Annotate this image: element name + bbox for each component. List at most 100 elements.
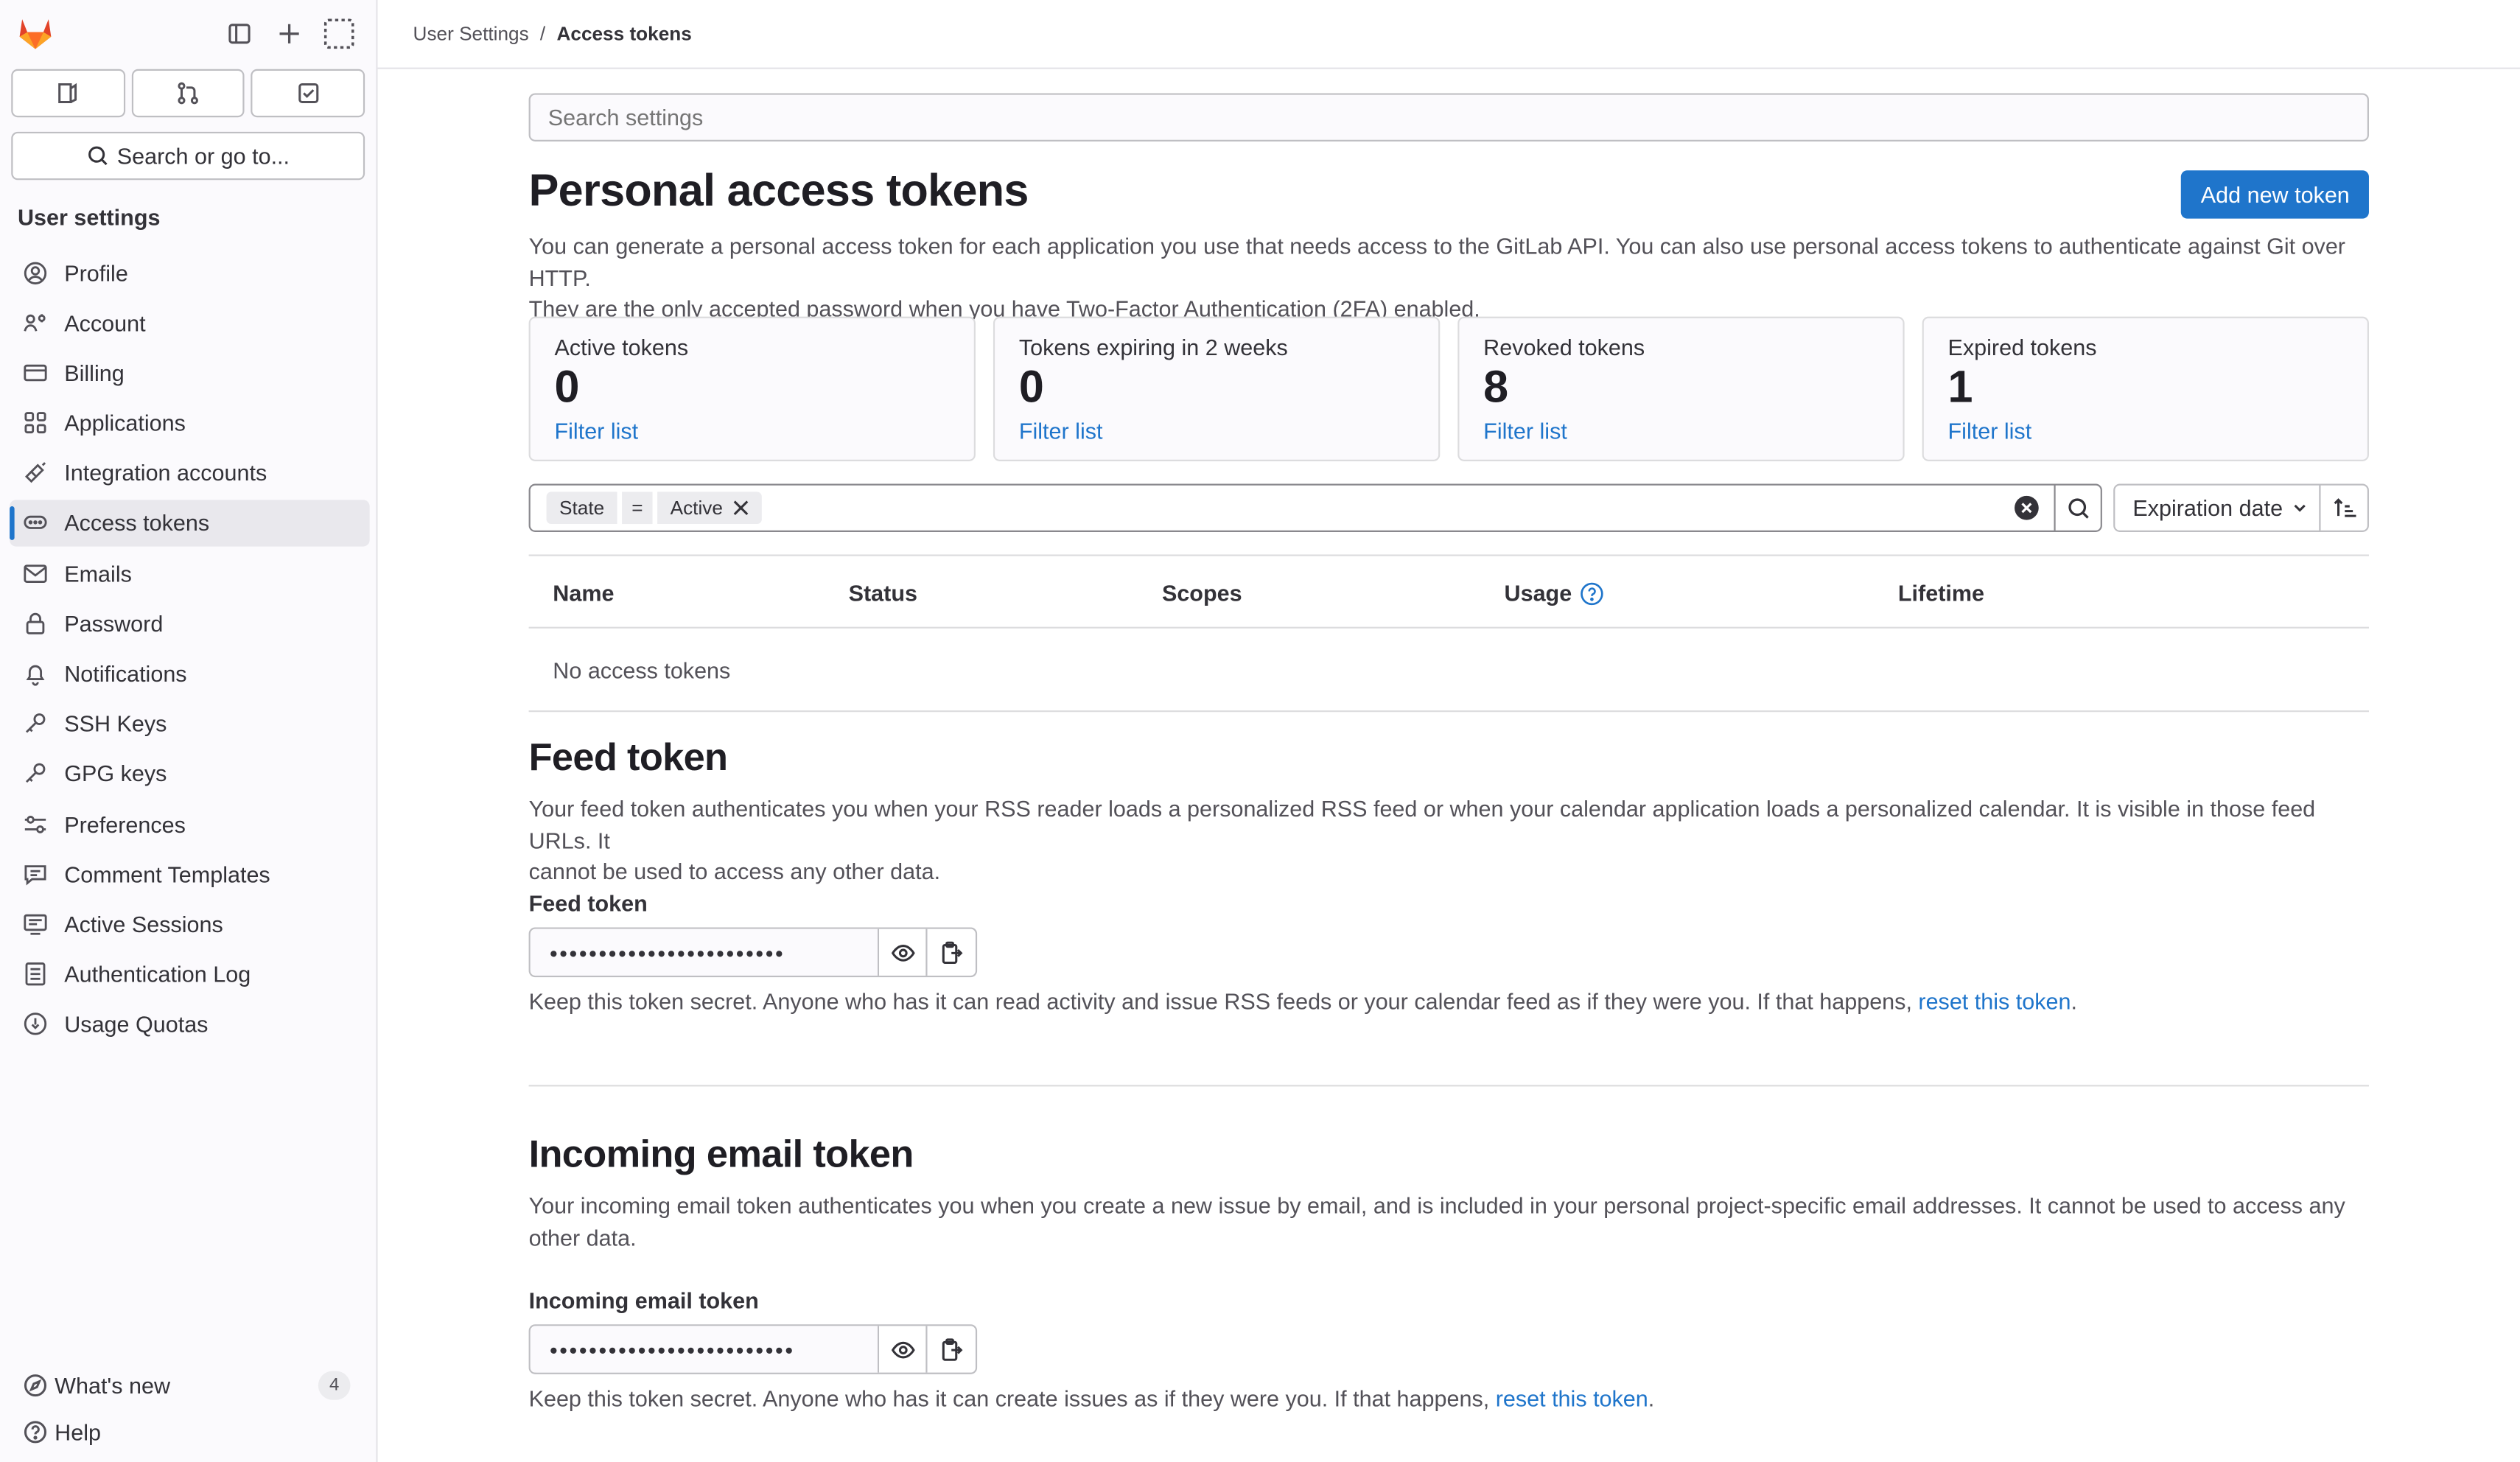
whats-new-count-badge: 4 xyxy=(318,1371,351,1400)
whats-new-button[interactable]: What's new 4 xyxy=(10,1365,370,1407)
feed-token-description: Your feed token authenticates you when y… xyxy=(529,794,2377,888)
copy-feed-token-button[interactable] xyxy=(928,929,976,976)
reveal-feed-token-button[interactable] xyxy=(880,928,928,976)
sidebar-item-gpg-keys[interactable]: GPG keys xyxy=(10,750,370,797)
expired-tokens-card: Expired tokens 1 Filter list xyxy=(1922,316,2369,461)
feed-token-value[interactable]: •••••••••••••••••••••••• xyxy=(530,928,881,976)
eye-icon xyxy=(891,1340,915,1358)
search-settings-input[interactable] xyxy=(528,93,2369,141)
filter-search-button[interactable] xyxy=(2054,483,2102,532)
sidebar-item-ssh-keys[interactable]: SSH Keys xyxy=(10,700,370,746)
section-divider xyxy=(528,1085,2369,1087)
incoming-token-description: Your incoming email token authenticates … xyxy=(529,1191,2377,1253)
column-header-usage[interactable]: Usage xyxy=(1505,580,1604,606)
help-label: Help xyxy=(55,1419,101,1445)
reset-feed-token-link[interactable]: reset this token xyxy=(1918,988,2071,1014)
page-title: Personal access tokens xyxy=(528,165,1029,216)
column-header-status[interactable]: Status xyxy=(849,580,917,606)
help-button[interactable]: Help xyxy=(10,1411,370,1453)
comment-icon xyxy=(23,861,49,887)
clear-filter-icon[interactable] xyxy=(2014,495,2040,521)
avatar[interactable] xyxy=(323,18,355,50)
issues-icon xyxy=(58,83,77,104)
sort-dropdown-label: Expiration date xyxy=(2132,494,2283,521)
reveal-incoming-token-button[interactable] xyxy=(880,1326,928,1373)
breadcrumb-current[interactable]: Access tokens xyxy=(556,23,691,46)
reset-incoming-token-link[interactable]: reset this token xyxy=(1496,1385,1648,1411)
token-filter-bar[interactable]: State = Active xyxy=(528,483,2101,532)
filter-list-link[interactable]: Filter list xyxy=(1019,418,1415,444)
breadcrumb-parent-link[interactable]: User Settings xyxy=(413,23,529,46)
sort-dropdown[interactable]: Expiration date xyxy=(2113,483,2321,532)
sidebar-item-label: GPG keys xyxy=(64,760,167,787)
lock-icon xyxy=(23,610,49,636)
preferences-icon xyxy=(23,811,49,837)
incoming-email-token-title: Incoming email token xyxy=(528,1133,914,1177)
compass-icon xyxy=(24,1374,47,1397)
sort-direction-button[interactable] xyxy=(2319,483,2369,532)
sidebar-item-billing[interactable]: Billing xyxy=(10,349,370,396)
filter-token-value[interactable]: Active xyxy=(657,492,762,525)
merge-requests-shortcut-button[interactable] xyxy=(131,69,245,118)
sidebar-item-profile[interactable]: Profile xyxy=(10,249,370,295)
sidebar-item-label: Authentication Log xyxy=(64,961,251,987)
sidebar-item-emails[interactable]: Emails xyxy=(10,550,370,596)
card-value: 1 xyxy=(1947,361,1973,412)
feed-token-field: •••••••••••••••••••••••• xyxy=(528,927,978,978)
sidebar-header xyxy=(0,0,378,68)
copy-incoming-token-button[interactable] xyxy=(928,1326,976,1372)
table-empty-row: No access tokens xyxy=(528,629,2369,713)
sidebar-item-applications[interactable]: Applications xyxy=(10,399,370,446)
sidebar-item-label: Profile xyxy=(64,259,128,286)
filter-list-link[interactable]: Filter list xyxy=(1483,418,1879,444)
sidebar-item-access-tokens[interactable]: Access tokens xyxy=(10,500,370,547)
sidebar-item-label: Access tokens xyxy=(64,510,210,536)
gitlab-logo[interactable] xyxy=(16,15,55,53)
sidebar-item-account[interactable]: Account xyxy=(10,299,370,346)
sidebar-item-label: Applications xyxy=(64,410,186,436)
card-value: 0 xyxy=(554,361,580,412)
sidebar-item-password[interactable]: Password xyxy=(10,600,370,646)
feed-token-help: Keep this token secret. Anyone who has i… xyxy=(529,988,2077,1014)
key-icon xyxy=(23,710,49,736)
revoked-tokens-card: Revoked tokens 8 Filter list xyxy=(1457,316,1905,461)
pat-description: You can generate a personal access token… xyxy=(529,231,2377,326)
incoming-token-label: Incoming email token xyxy=(528,1287,759,1313)
plus-icon[interactable] xyxy=(273,18,306,50)
filter-list-link[interactable]: Filter list xyxy=(1948,418,2344,444)
sidebar-item-comment-templates[interactable]: Comment Templates xyxy=(10,850,370,897)
sidebar-item-preferences[interactable]: Preferences xyxy=(10,800,370,847)
sidebar-item-active-sessions[interactable]: Active Sessions xyxy=(10,900,370,947)
merge-request-icon xyxy=(178,82,198,105)
sidebar-item-notifications[interactable]: Notifications xyxy=(10,650,370,696)
question-icon[interactable] xyxy=(1580,581,1604,605)
sidebar-toggle-icon[interactable] xyxy=(223,18,256,50)
incoming-description-line-1: Your incoming email token authenticates … xyxy=(528,1192,2345,1219)
card-label: Active tokens xyxy=(554,334,689,360)
issues-shortcut-button[interactable] xyxy=(11,69,125,118)
filter-token-field[interactable]: State xyxy=(546,492,617,525)
search-or-go-to-button[interactable]: Search or go to... xyxy=(11,131,365,181)
clipboard-icon xyxy=(942,1337,963,1360)
sidebar-item-usage-quotas[interactable]: Usage Quotas xyxy=(10,1001,370,1047)
sidebar-item-authentication-log[interactable]: Authentication Log xyxy=(10,951,370,997)
sidebar-item-label: Account xyxy=(64,309,146,336)
column-header-name[interactable]: Name xyxy=(553,580,614,606)
feed-description-line-1: Your feed token authenticates you when y… xyxy=(528,795,2316,853)
sidebar-heading: User settings xyxy=(17,204,161,230)
remove-token-icon[interactable] xyxy=(732,500,749,516)
add-new-token-button[interactable]: Add new token xyxy=(2181,170,2369,219)
sidebar-item-integration-accounts[interactable]: Integration accounts xyxy=(10,450,370,496)
search-icon xyxy=(88,146,108,166)
filter-token-operator[interactable]: = xyxy=(622,492,653,525)
incoming-token-value[interactable]: ••••••••••••••••••••••••• xyxy=(530,1326,881,1373)
tokens-table: Name Status Scopes Usage Lifetime No acc… xyxy=(528,554,2369,713)
card-label: Revoked tokens xyxy=(1483,334,1645,360)
whats-new-label: What's new xyxy=(55,1372,171,1399)
filter-list-link[interactable]: Filter list xyxy=(554,418,950,444)
profile-icon xyxy=(23,259,49,285)
mail-icon xyxy=(23,560,49,586)
column-header-scopes[interactable]: Scopes xyxy=(1162,580,1242,606)
todos-shortcut-button[interactable] xyxy=(251,69,365,118)
column-header-lifetime[interactable]: Lifetime xyxy=(1898,580,1984,606)
